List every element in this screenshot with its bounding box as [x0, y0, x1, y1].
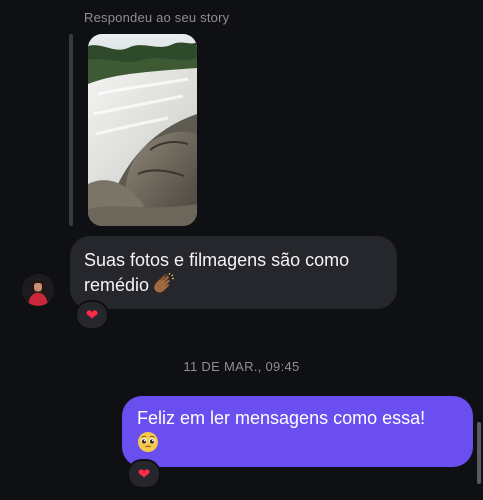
profile-picture — [22, 274, 54, 306]
waterfall-photo — [88, 34, 197, 226]
message-timestamp: 11 DE MAR., 09:45 — [183, 359, 300, 374]
heart-icon: ❤ — [137, 466, 151, 483]
story-reply-indicator-bar — [69, 34, 73, 226]
clapping-hands-icon — [152, 272, 174, 302]
sent-message-text: Feliz em ler mensagens como essa! — [137, 408, 426, 428]
story-reply-label: Respondeu ao seu story — [84, 10, 230, 25]
sender-avatar[interactable] — [22, 274, 54, 306]
chat-thread: Respondeu ao seu story Suas fotos e film… — [0, 0, 483, 500]
received-message-bubble[interactable]: Suas fotos e filmagens são como remédio — [70, 236, 397, 309]
received-message-text: Suas fotos e filmagens são como remédio — [84, 250, 350, 295]
heart-icon: ❤ — [85, 307, 99, 324]
heart-reaction-sent[interactable]: ❤ — [127, 459, 161, 489]
story-thumbnail[interactable] — [88, 34, 197, 226]
sent-message-bubble[interactable]: Feliz em ler mensagens como essa! — [122, 396, 473, 467]
scrollbar-thumb[interactable] — [477, 422, 481, 484]
heart-reaction-received[interactable]: ❤ — [75, 300, 109, 330]
pleading-face-icon — [137, 431, 159, 460]
